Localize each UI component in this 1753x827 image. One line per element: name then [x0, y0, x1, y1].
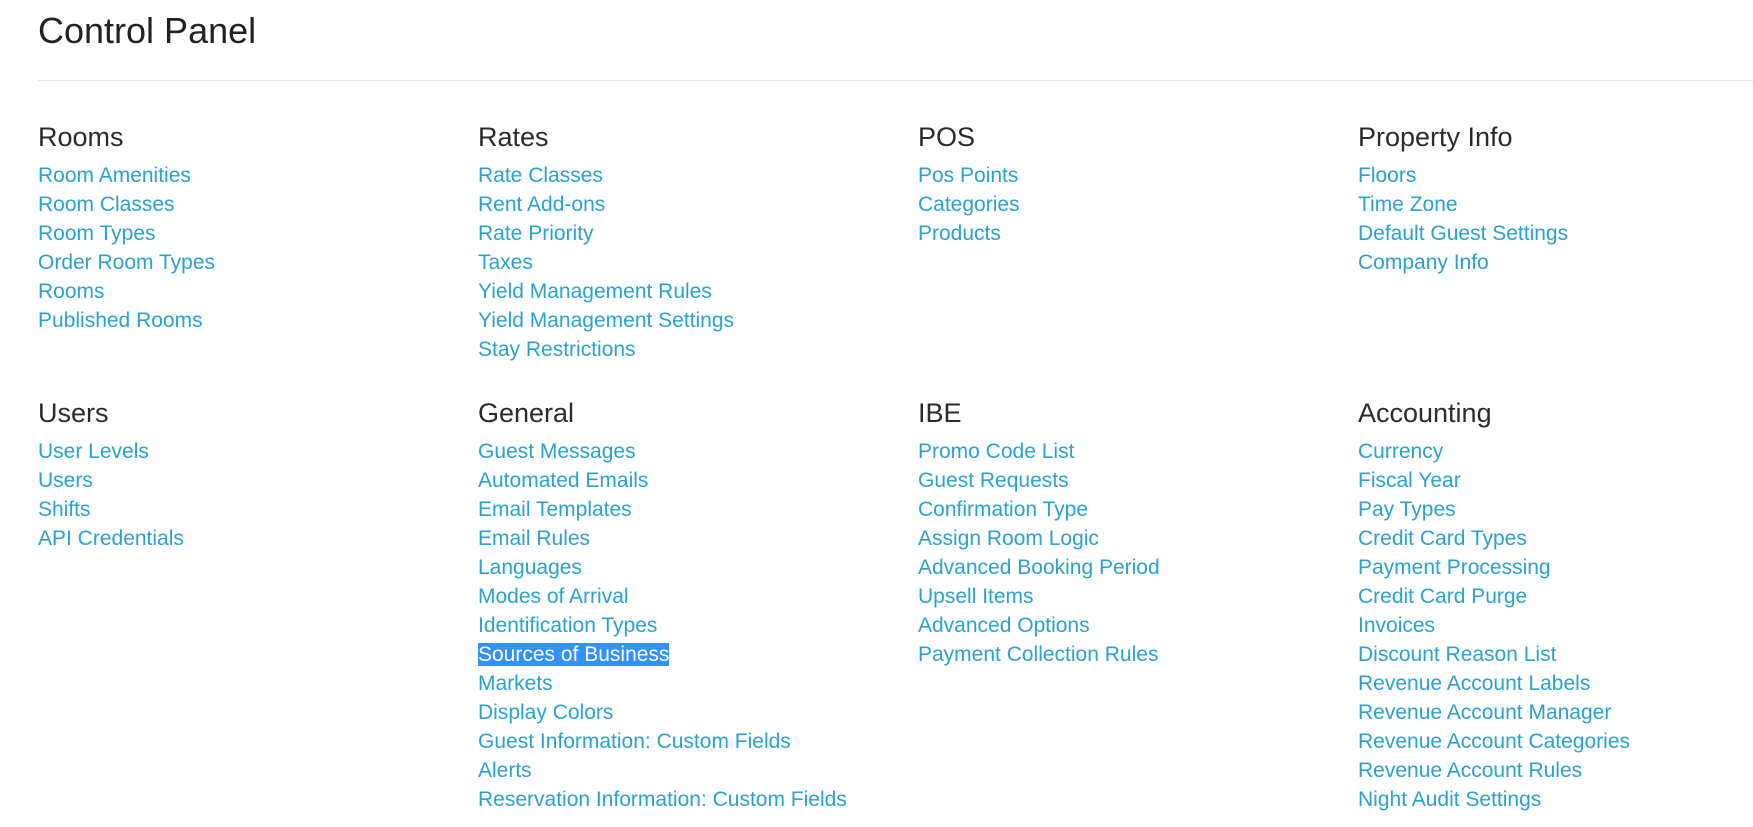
link-room-amenities[interactable]: Room Amenities [38, 164, 191, 187]
link-revenue-account-manager[interactable]: Revenue Account Manager [1358, 701, 1611, 724]
link-invoices[interactable]: Invoices [1358, 614, 1435, 637]
link-guest-information-custom-fields[interactable]: Guest Information: Custom Fields [478, 730, 791, 753]
link-email-templates[interactable]: Email Templates [478, 498, 632, 521]
link-email-rules[interactable]: Email Rules [478, 527, 590, 550]
section-title-rates: Rates [478, 122, 549, 152]
section-pos: POS Pos Points Categories Products [918, 118, 1358, 394]
link-pos-points[interactable]: Pos Points [918, 164, 1018, 187]
link-display-colors[interactable]: Display Colors [478, 701, 613, 724]
link-markets[interactable]: Markets [478, 672, 553, 695]
links-rooms: Room Amenities Room Classes Room Types O… [38, 161, 478, 335]
link-rate-classes[interactable]: Rate Classes [478, 164, 603, 187]
section-title-rooms: Rooms [38, 122, 124, 152]
title-divider [38, 80, 1753, 81]
section-accounting: Accounting Currency Fiscal Year Pay Type… [1358, 394, 1753, 814]
links-rates: Rate Classes Rent Add-ons Rate Priority … [478, 161, 918, 364]
link-modes-of-arrival[interactable]: Modes of Arrival [478, 585, 629, 608]
link-payment-processing[interactable]: Payment Processing [1358, 556, 1551, 579]
link-advanced-options[interactable]: Advanced Options [918, 614, 1090, 637]
section-ibe: IBE Promo Code List Guest Requests Confi… [918, 394, 1358, 814]
settings-row-1: Rooms Room Amenities Room Classes Room T… [38, 118, 1753, 394]
link-user-levels[interactable]: User Levels [38, 440, 149, 463]
section-general: General Guest Messages Automated Emails … [478, 394, 918, 814]
link-floors[interactable]: Floors [1358, 164, 1416, 187]
link-rate-priority[interactable]: Rate Priority [478, 222, 594, 245]
link-fiscal-year[interactable]: Fiscal Year [1358, 469, 1461, 492]
link-revenue-account-labels[interactable]: Revenue Account Labels [1358, 672, 1590, 695]
link-stay-restrictions[interactable]: Stay Restrictions [478, 338, 636, 361]
link-time-zone[interactable]: Time Zone [1358, 193, 1458, 216]
links-users: User Levels Users Shifts API Credentials [38, 437, 478, 553]
page-title: Control Panel [38, 10, 257, 51]
link-products[interactable]: Products [918, 222, 1001, 245]
links-general: Guest Messages Automated Emails Email Te… [478, 437, 918, 814]
link-pay-types[interactable]: Pay Types [1358, 498, 1456, 521]
link-identification-types[interactable]: Identification Types [478, 614, 657, 637]
link-revenue-account-categories[interactable]: Revenue Account Categories [1358, 730, 1630, 753]
link-room-classes[interactable]: Room Classes [38, 193, 175, 216]
link-room-types[interactable]: Room Types [38, 222, 156, 245]
settings-row-2: Users User Levels Users Shifts API Crede… [38, 394, 1753, 814]
section-title-general: General [478, 398, 575, 428]
link-advanced-booking-period[interactable]: Advanced Booking Period [918, 556, 1160, 579]
section-title-pos: POS [918, 122, 976, 152]
link-reservation-information-custom-fields[interactable]: Reservation Information: Custom Fields [478, 788, 847, 811]
links-ibe: Promo Code List Guest Requests Confirmat… [918, 437, 1358, 669]
link-sources-of-business[interactable]: Sources of Business [478, 643, 670, 666]
links-accounting: Currency Fiscal Year Pay Types Credit Ca… [1358, 437, 1753, 814]
section-title-users: Users [38, 398, 109, 428]
link-credit-card-types[interactable]: Credit Card Types [1358, 527, 1527, 550]
link-promo-code-list[interactable]: Promo Code List [918, 440, 1074, 463]
section-title-accounting: Accounting [1358, 398, 1492, 428]
link-users[interactable]: Users [38, 469, 93, 492]
link-api-credentials[interactable]: API Credentials [38, 527, 184, 550]
link-assign-room-logic[interactable]: Assign Room Logic [918, 527, 1099, 550]
link-credit-card-purge[interactable]: Credit Card Purge [1358, 585, 1527, 608]
link-automated-emails[interactable]: Automated Emails [478, 469, 648, 492]
link-default-guest-settings[interactable]: Default Guest Settings [1358, 222, 1568, 245]
link-published-rooms[interactable]: Published Rooms [38, 309, 203, 332]
section-rooms: Rooms Room Amenities Room Classes Room T… [38, 118, 478, 394]
link-guest-requests[interactable]: Guest Requests [918, 469, 1069, 492]
section-title-property-info: Property Info [1358, 122, 1513, 152]
link-currency[interactable]: Currency [1358, 440, 1443, 463]
link-company-info[interactable]: Company Info [1358, 251, 1489, 274]
link-rooms[interactable]: Rooms [38, 280, 105, 303]
link-payment-collection-rules[interactable]: Payment Collection Rules [918, 643, 1158, 666]
link-yield-management-settings[interactable]: Yield Management Settings [478, 309, 734, 332]
links-property-info: Floors Time Zone Default Guest Settings … [1358, 161, 1753, 277]
link-alerts[interactable]: Alerts [478, 759, 532, 782]
link-guest-messages[interactable]: Guest Messages [478, 440, 636, 463]
link-night-audit-settings[interactable]: Night Audit Settings [1358, 788, 1541, 811]
link-order-room-types[interactable]: Order Room Types [38, 251, 215, 274]
link-upsell-items[interactable]: Upsell Items [918, 585, 1034, 608]
section-rates: Rates Rate Classes Rent Add-ons Rate Pri… [478, 118, 918, 394]
control-panel-page: Control Panel Rooms Room Amenities Room … [0, 0, 1753, 827]
link-taxes[interactable]: Taxes [478, 251, 533, 274]
section-title-ibe: IBE [918, 398, 962, 428]
section-property-info: Property Info Floors Time Zone Default G… [1358, 118, 1753, 394]
link-categories[interactable]: Categories [918, 193, 1020, 216]
link-discount-reason-list[interactable]: Discount Reason List [1358, 643, 1556, 666]
link-languages[interactable]: Languages [478, 556, 582, 579]
link-yield-management-rules[interactable]: Yield Management Rules [478, 280, 712, 303]
section-users: Users User Levels Users Shifts API Crede… [38, 394, 478, 814]
link-confirmation-type[interactable]: Confirmation Type [918, 498, 1088, 521]
links-pos: Pos Points Categories Products [918, 161, 1358, 248]
link-shifts[interactable]: Shifts [38, 498, 91, 521]
link-revenue-account-rules[interactable]: Revenue Account Rules [1358, 759, 1582, 782]
settings-grid: Rooms Room Amenities Room Classes Room T… [38, 118, 1753, 814]
link-rent-add-ons[interactable]: Rent Add-ons [478, 193, 605, 216]
